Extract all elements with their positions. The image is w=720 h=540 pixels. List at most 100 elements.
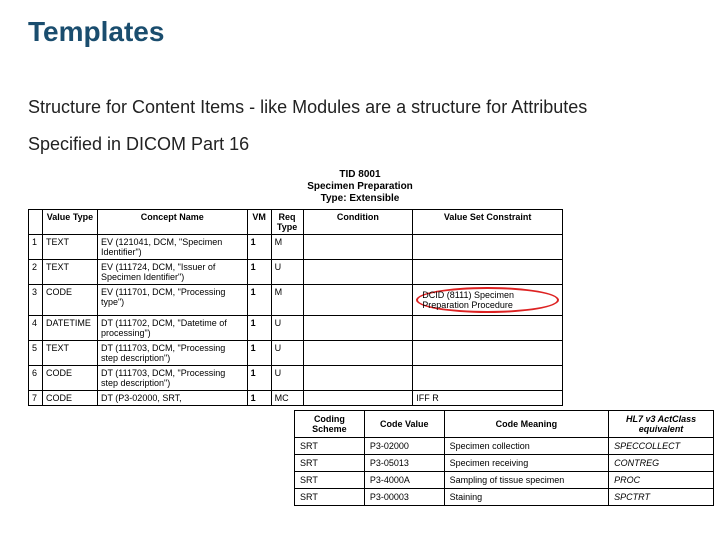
cell-vm: 1 (247, 235, 271, 260)
cell-vm: 1 (247, 391, 271, 406)
cell-value-type: DATETIME (42, 316, 97, 341)
col-vm: VM (247, 210, 271, 235)
cell-value-type: CODE (42, 285, 97, 316)
cell-req-type: U (271, 366, 303, 391)
cell-code-value: P3-00003 (364, 489, 444, 506)
table-header-row: Coding Scheme Code Value Code Meaning HL… (295, 411, 714, 438)
highlight-circle: DCID (8111) Specimen Preparation Procedu… (416, 287, 559, 313)
col-condition: Condition (303, 210, 413, 235)
col-blank (29, 210, 43, 235)
cell-hl7: PROC (609, 472, 714, 489)
cell-vsc: DCID (8111) Specimen Preparation Procedu… (413, 285, 563, 316)
cell-value-type: CODE (42, 391, 97, 406)
table-row: 2TEXTEV (111724, DCM, "Issuer of Specime… (29, 260, 563, 285)
col-code-meaning: Code Meaning (444, 411, 608, 438)
cell-coding-scheme: SRT (295, 489, 365, 506)
cell-value-type: TEXT (42, 260, 97, 285)
cell-req-type: M (271, 235, 303, 260)
cell-coding-scheme: SRT (295, 472, 365, 489)
table-row: SRTP3-02000Specimen collectionSPECCOLLEC… (295, 438, 714, 455)
cell-value-type: CODE (42, 366, 97, 391)
col-hl7-equivalent: HL7 v3 ActClass equivalent (609, 411, 714, 438)
cell-condition (303, 391, 413, 406)
template-header: TID 8001 Specimen Preparation Type: Exte… (28, 169, 692, 205)
table-row: 7CODEDT (P3-02000, SRT,1MC IFF R (29, 391, 563, 406)
col-code-value: Code Value (364, 411, 444, 438)
cell-code-meaning: Specimen receiving (444, 455, 608, 472)
table-row: 1TEXTEV (121041, DCM, "Specimen Identifi… (29, 235, 563, 260)
cell-condition (303, 366, 413, 391)
table-row: 3CODEEV (111701, DCM, "Processing type")… (29, 285, 563, 316)
slide: Templates Structure for Content Items - … (0, 0, 720, 540)
cell-value-type: TEXT (42, 341, 97, 366)
cell-code-value: P3-05013 (364, 455, 444, 472)
table-row: SRTP3-4000ASampling of tissue specimenPR… (295, 472, 714, 489)
col-req-type: Req Type (271, 210, 303, 235)
cell-concept-name: DT (111703, DCM, "Processing step descri… (97, 366, 247, 391)
table-row: 6CODEDT (111703, DCM, "Processing step d… (29, 366, 563, 391)
cell-concept-name: DT (111703, DCM, "Processing step descri… (97, 341, 247, 366)
cell-row-num: 4 (29, 316, 43, 341)
cell-condition (303, 260, 413, 285)
cell-concept-name: DT (P3-02000, SRT, (97, 391, 247, 406)
cell-code-value: P3-4000A (364, 472, 444, 489)
cell-vsc (413, 316, 563, 341)
cell-hl7: SPCTRT (609, 489, 714, 506)
intro-paragraph-2: Specified in DICOM Part 16 (28, 133, 692, 156)
cell-condition (303, 341, 413, 366)
cell-vsc (413, 260, 563, 285)
cell-concept-name: EV (111724, DCM, "Issuer of Specimen Ide… (97, 260, 247, 285)
codeset-table: Coding Scheme Code Value Code Meaning HL… (294, 410, 714, 506)
cell-row-num: 7 (29, 391, 43, 406)
table-row: 5TEXTDT (111703, DCM, "Processing step d… (29, 341, 563, 366)
cell-req-type: U (271, 341, 303, 366)
cell-concept-name: EV (111701, DCM, "Processing type") (97, 285, 247, 316)
cell-coding-scheme: SRT (295, 438, 365, 455)
cell-hl7: SPECCOLLECT (609, 438, 714, 455)
cell-condition (303, 285, 413, 316)
cell-code-meaning: Specimen collection (444, 438, 608, 455)
table-header-row: Value Type Concept Name VM Req Type Cond… (29, 210, 563, 235)
cell-vm: 1 (247, 285, 271, 316)
table-row: SRTP3-00003StainingSPCTRT (295, 489, 714, 506)
table-row: SRTP3-05013Specimen receivingCONTREG (295, 455, 714, 472)
cell-row-num: 3 (29, 285, 43, 316)
cell-concept-name: DT (111702, DCM, "Datetime of processing… (97, 316, 247, 341)
cell-vsc (413, 366, 563, 391)
cell-req-type: MC (271, 391, 303, 406)
cell-req-type: U (271, 316, 303, 341)
cell-concept-name: EV (121041, DCM, "Specimen Identifier") (97, 235, 247, 260)
cell-condition (303, 316, 413, 341)
cell-row-num: 1 (29, 235, 43, 260)
template-name: Specimen Preparation (28, 181, 692, 193)
cell-req-type: U (271, 260, 303, 285)
col-value-set-constraint: Value Set Constraint (413, 210, 563, 235)
cell-vm: 1 (247, 341, 271, 366)
cell-value-type: TEXT (42, 235, 97, 260)
cell-row-num: 2 (29, 260, 43, 285)
cell-code-value: P3-02000 (364, 438, 444, 455)
template-id: TID 8001 (28, 169, 692, 181)
cell-row-num: 6 (29, 366, 43, 391)
cell-condition (303, 235, 413, 260)
cell-vm: 1 (247, 366, 271, 391)
cell-vm: 1 (247, 316, 271, 341)
cell-req-type: M (271, 285, 303, 316)
cell-vm: 1 (247, 260, 271, 285)
template-table: Value Type Concept Name VM Req Type Cond… (28, 209, 563, 406)
template-block: TID 8001 Specimen Preparation Type: Exte… (28, 169, 692, 406)
cell-vsc (413, 341, 563, 366)
cell-vsc (413, 235, 563, 260)
col-value-type: Value Type (42, 210, 97, 235)
cell-coding-scheme: SRT (295, 455, 365, 472)
intro-paragraph-1: Structure for Content Items - like Modul… (28, 96, 692, 119)
col-coding-scheme: Coding Scheme (295, 411, 365, 438)
page-title: Templates (28, 16, 692, 48)
cell-hl7: CONTREG (609, 455, 714, 472)
cell-vsc: IFF R (413, 391, 563, 406)
cell-row-num: 5 (29, 341, 43, 366)
table-row: 4DATETIMEDT (111702, DCM, "Datetime of p… (29, 316, 563, 341)
template-type: Type: Extensible (28, 193, 692, 205)
col-concept-name: Concept Name (97, 210, 247, 235)
cell-code-meaning: Staining (444, 489, 608, 506)
